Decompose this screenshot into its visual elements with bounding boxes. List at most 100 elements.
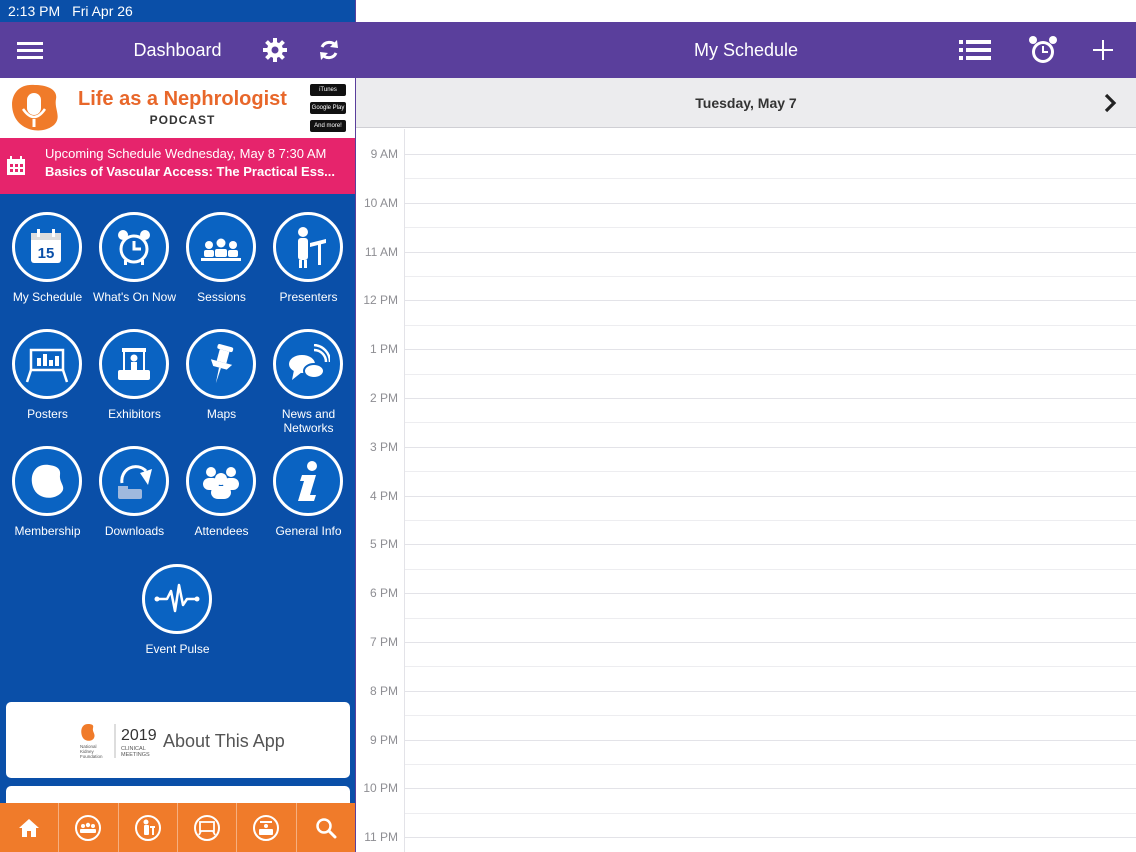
hour-label: 5 PM <box>369 537 398 552</box>
status-date: Fri Apr 26 <box>72 3 133 19</box>
hour-label: 2 PM <box>369 391 398 405</box>
download-arrow-icon <box>118 465 152 499</box>
hour-gridline <box>405 788 1136 790</box>
tile-general-info[interactable]: General Info <box>265 434 352 551</box>
add-icon[interactable] <box>1089 36 1117 64</box>
upcoming-schedule-bar[interactable]: Upcoming Schedule Wednesday, May 8 7:30 … <box>0 138 355 194</box>
upcoming-session-title: Basics of Vascular Access: The Practical… <box>45 164 336 179</box>
half-hour-gridline <box>405 568 1136 570</box>
multitasking-dots-icon: •••• <box>1008 5 1027 17</box>
wifi-icon <box>1038 5 1054 17</box>
tab-sessions[interactable] <box>58 803 117 852</box>
dashboard-pane: Dashboard Life as a Nephrologist PODCAST… <box>0 0 355 852</box>
hour-gridline <box>405 251 1136 253</box>
time-gutter-divider <box>404 129 405 852</box>
svg-text:MEETINGS: MEETINGS <box>121 752 150 758</box>
logo-year: 2019 <box>121 727 157 744</box>
google-play-badge: Google Play <box>310 102 346 114</box>
calendar-15-icon: 15 <box>31 229 61 263</box>
about-this-app-label: About This App <box>163 731 285 751</box>
tile-attendees[interactable]: Attendees <box>178 434 265 551</box>
tile-sessions[interactable]: Sessions <box>178 200 265 317</box>
tile-my-schedule[interactable]: 15 My Schedule <box>4 200 91 317</box>
audience-icon <box>201 238 241 261</box>
hour-label: 9 PM <box>369 732 398 747</box>
hour-label: 11 AM <box>364 244 398 259</box>
hour-label: 4 PM <box>369 488 398 503</box>
bottom-tab-bar <box>0 803 355 852</box>
hour-label: 10 AM <box>363 195 398 210</box>
half-hour-gridline <box>405 422 1136 424</box>
status-bar: 2:13 PM Fri Apr 26 •••• 100% <box>0 0 1136 22</box>
tab-exhibitors[interactable] <box>236 803 295 852</box>
schedule-title: My Schedule <box>693 40 799 60</box>
tile-presenters[interactable]: Presenters <box>265 200 352 317</box>
svg-text:15: 15 <box>38 245 55 262</box>
half-hour-gridline <box>405 617 1136 619</box>
poster-board-icon <box>25 348 69 383</box>
calendar-icon <box>7 156 25 175</box>
status-time: 2:13 PM <box>8 3 61 19</box>
tab-search[interactable] <box>295 803 355 852</box>
half-hour-gridline <box>405 227 1136 229</box>
half-hour-gridline <box>405 276 1136 277</box>
battery-icon <box>1102 5 1131 17</box>
gear-icon[interactable] <box>261 36 289 64</box>
hour-gridline <box>405 593 1136 595</box>
tile-maps[interactable]: Maps <box>178 317 265 434</box>
tile-news-and-networks[interactable]: News and Networks <box>265 317 352 435</box>
posters-icon <box>194 814 221 841</box>
hour-label: 8 PM <box>369 683 398 698</box>
hour-gridline <box>405 154 1136 155</box>
hour-gridline <box>405 349 1136 351</box>
pushpin-icon <box>210 344 234 384</box>
refresh-icon[interactable] <box>315 36 343 64</box>
about-this-app-card[interactable]: National Kidney Foundation 2019 CLINICAL… <box>6 702 350 778</box>
tile-exhibitors[interactable]: Exhibitors <box>91 317 178 434</box>
kidney-icon <box>31 464 64 498</box>
hour-label: 12 PM <box>363 293 398 308</box>
chevron-right-icon[interactable] <box>1100 92 1120 114</box>
half-hour-gridline <box>405 715 1136 717</box>
tile-whats-on-now[interactable]: What's On Now <box>91 200 178 317</box>
alarm-clock-icon <box>118 230 150 265</box>
half-hour-gridline <box>405 520 1136 521</box>
podium-presenter-icon <box>298 227 326 268</box>
podcast-banner[interactable]: Life as a Nephrologist PODCAST iTunes Go… <box>0 78 355 138</box>
tile-posters[interactable]: Posters <box>4 317 91 434</box>
presenters-icon <box>134 814 161 841</box>
tab-presenters[interactable] <box>117 803 177 852</box>
podcast-subtitle: PODCAST <box>149 113 216 127</box>
hour-label: 10 PM <box>363 781 398 796</box>
battery-percent: 100% <box>1060 3 1096 19</box>
schedule-date: Tuesday, May 7 <box>695 95 797 111</box>
tile-membership[interactable]: Membership <box>4 434 91 551</box>
people-group-icon <box>203 467 239 499</box>
hour-label: 1 PM <box>369 342 398 357</box>
clinical-meetings-logo: National Kidney Foundation 2019 CLINICAL… <box>80 722 160 767</box>
dashboard-title: Dashboard <box>133 40 222 60</box>
tab-posters[interactable] <box>176 803 236 852</box>
upcoming-datetime: Upcoming Schedule Wednesday, May 8 7:30 … <box>45 146 327 161</box>
hour-label: 9 AM <box>370 147 398 161</box>
hour-gridline <box>405 398 1136 399</box>
podcast-title: Life as a Nephrologist <box>78 88 287 110</box>
schedule-header: My Schedule <box>356 22 1136 78</box>
half-hour-gridline <box>405 324 1136 326</box>
day-timeline[interactable]: 9 AM 10 AM 11 AM 12 PM 1 PM 2 PM 3 PM 4 PM 5 PM 6… <box>356 129 1136 852</box>
hour-gridline <box>405 446 1136 448</box>
tile-event-pulse[interactable]: Event Pulse <box>134 552 221 669</box>
hour-gridline <box>405 202 1136 204</box>
info-icon <box>298 461 317 501</box>
list-view-icon[interactable] <box>958 36 992 64</box>
hour-gridline <box>405 642 1136 643</box>
hour-label: 11 PM <box>364 830 398 845</box>
speech-bubbles-icon <box>289 344 330 380</box>
pulse-line-icon <box>154 583 200 613</box>
half-hour-gridline <box>405 373 1136 375</box>
alarm-clock-icon[interactable] <box>1026 36 1060 64</box>
exhibitors-icon <box>253 814 280 841</box>
hour-gridline <box>405 690 1136 692</box>
tile-downloads[interactable]: Downloads <box>91 434 178 551</box>
tab-home[interactable] <box>0 803 58 852</box>
